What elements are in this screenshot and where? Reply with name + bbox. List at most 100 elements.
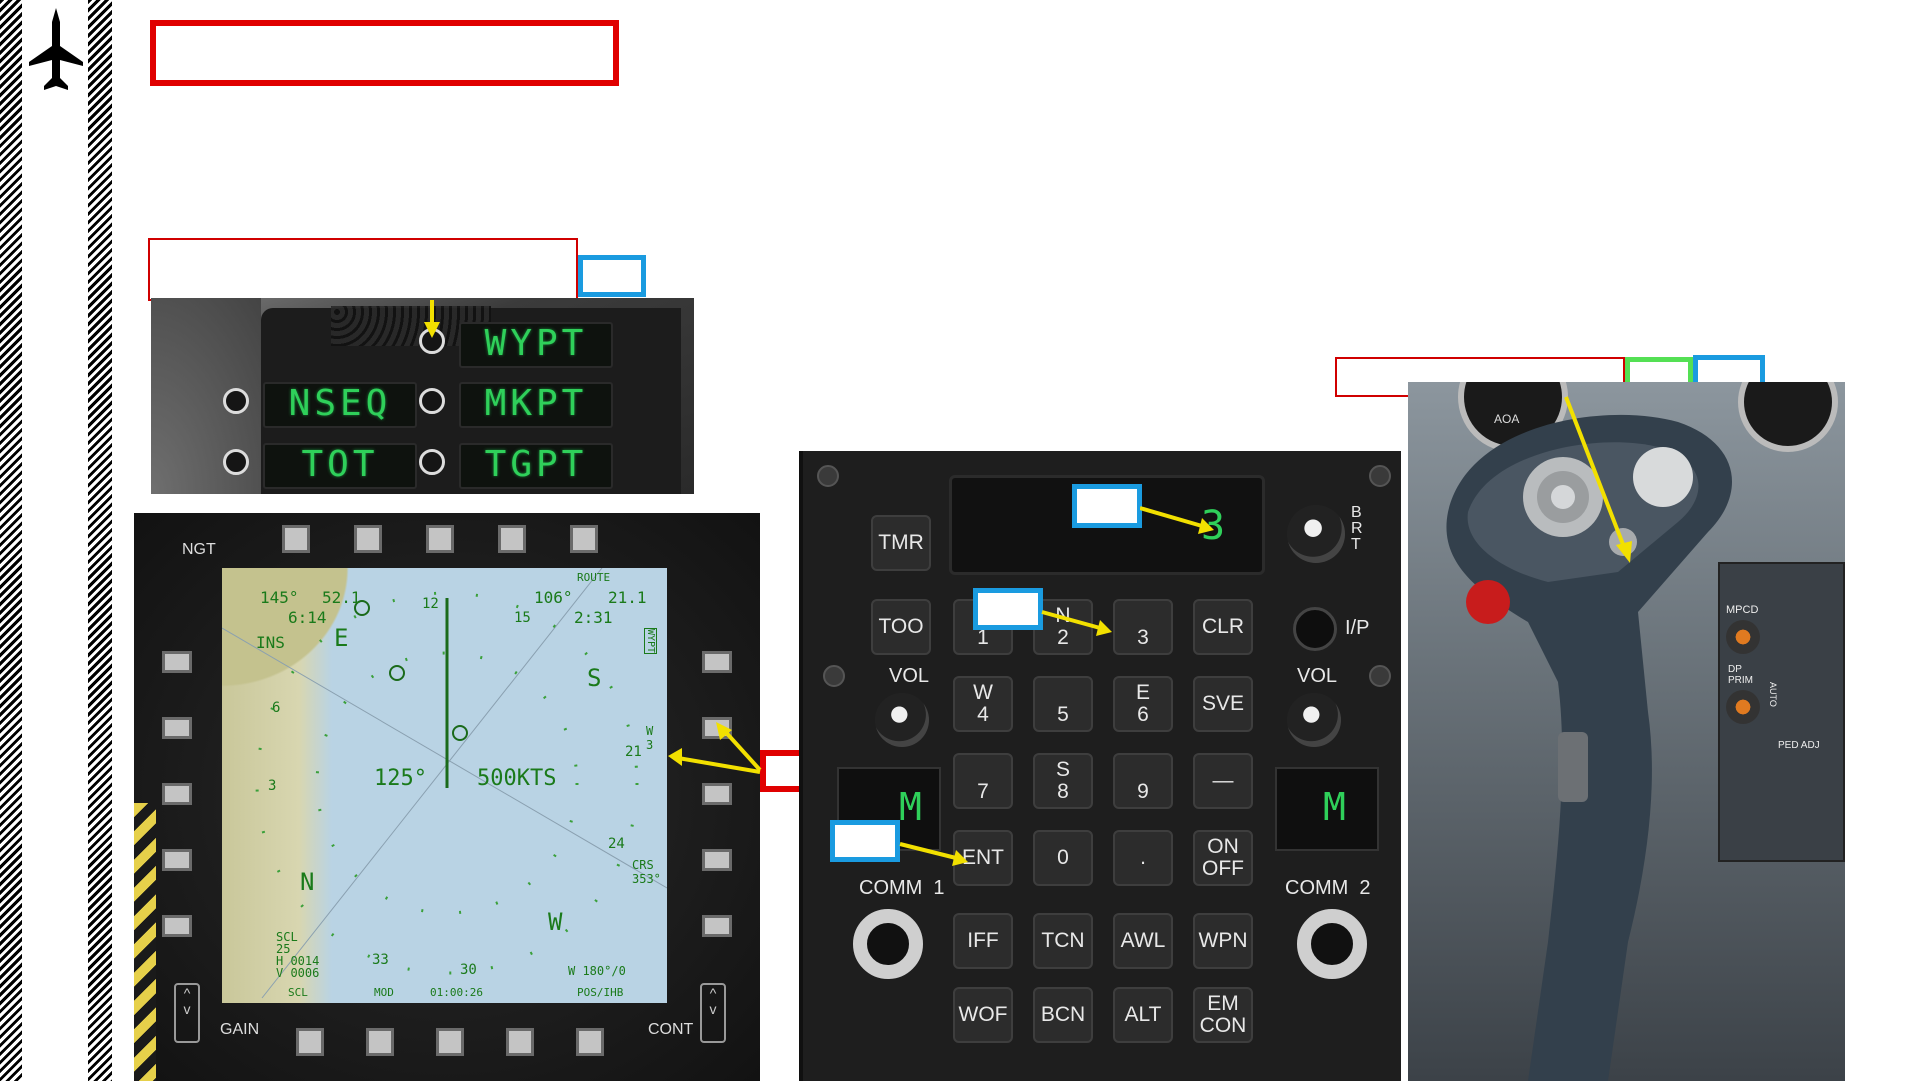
- map-time-tl: 6:14: [288, 608, 327, 627]
- vol-left-knob[interactable]: [875, 693, 929, 747]
- map-tick-15: 15: [514, 610, 531, 626]
- mfd-osb-top-3[interactable]: [426, 525, 454, 553]
- tot-label: TOT: [263, 443, 417, 489]
- wypt-label: WYPT: [459, 322, 613, 368]
- jet-aircraft-icon: [29, 8, 83, 90]
- mkpt-button[interactable]: [419, 388, 445, 414]
- mfd-cont-label: CONT: [648, 1021, 694, 1038]
- ufc-key-9[interactable]: 9: [1113, 753, 1173, 809]
- mkpt-label: MKPT: [459, 382, 613, 428]
- map-pos: POS/IHB: [577, 986, 624, 999]
- ufc-key-wof[interactable]: WOF: [953, 987, 1013, 1043]
- ufc-key-7[interactable]: 7: [953, 753, 1013, 809]
- ufc-key-bcn[interactable]: BCN: [1033, 987, 1093, 1043]
- mfd-osb-right-1[interactable]: [702, 651, 732, 673]
- waypoint-callout-tag: [578, 255, 646, 297]
- map-compass-e: E: [334, 624, 349, 652]
- nseq-button[interactable]: [223, 388, 249, 414]
- ufc-key-tmr[interactable]: TMR: [871, 515, 931, 571]
- map-v-val: V 0006: [276, 966, 320, 980]
- map-route: ROUTE: [577, 571, 611, 584]
- map-tick-21: 21: [625, 744, 642, 760]
- ufc-screw-ml: [823, 665, 845, 687]
- mfd-screen: 145° 52.1 6:14 INS ROUTE 106° 21.1 2:31 …: [222, 568, 667, 1003]
- wypt-arrow: [424, 300, 440, 338]
- map-crs: CRS: [632, 858, 654, 872]
- ufc-key-clr[interactable]: CLR: [1193, 599, 1253, 655]
- mfd-osb-left-5[interactable]: [162, 915, 192, 937]
- ufc-key-6[interactable]: E 6: [1113, 676, 1173, 732]
- waypoint-callout-box: [148, 238, 578, 301]
- mfd-ngt-label: NGT: [182, 541, 216, 558]
- map-tick-6: 6: [272, 700, 281, 716]
- ip-button[interactable]: [1293, 607, 1337, 651]
- mfd-osb-left-2[interactable]: [162, 717, 192, 739]
- comm1-knob[interactable]: [853, 909, 923, 979]
- map-time-tr: 2:31: [574, 608, 613, 627]
- ip-label: I/P: [1345, 617, 1370, 639]
- mfd-osb-bottom-2[interactable]: [366, 1028, 394, 1056]
- ent-callout: [830, 820, 900, 862]
- comm2-value: M: [1323, 785, 1346, 829]
- mfd-osb-top-2[interactable]: [354, 525, 382, 553]
- map-tick-33: 33: [372, 952, 389, 968]
- scratchpad-callout: [1072, 484, 1142, 528]
- ufc-key-awl[interactable]: AWL: [1113, 913, 1173, 969]
- map-ins: INS: [256, 633, 285, 652]
- ufc-key-3[interactable]: 3: [1113, 599, 1173, 655]
- map-tick-24: 24: [608, 836, 625, 852]
- tot-button[interactable]: [223, 449, 249, 475]
- scratchpad-arrow: [1140, 506, 1214, 534]
- mfd-osb-bottom-3[interactable]: [436, 1028, 464, 1056]
- ufc-key-5[interactable]: 5: [1033, 676, 1093, 732]
- ufc-screw-mr: [1369, 665, 1391, 687]
- mfd-osb-top-5[interactable]: [570, 525, 598, 553]
- mfd-osb-right-4[interactable]: [702, 849, 732, 871]
- ufc-key-0[interactable]: 0: [1033, 830, 1093, 886]
- ufc-key-too[interactable]: TOO: [871, 599, 931, 655]
- ufc-key-wpn[interactable]: WPN: [1193, 913, 1253, 969]
- map-speed: 500KTS: [477, 766, 557, 791]
- ufc-key-emcon[interactable]: EM CON: [1193, 987, 1253, 1043]
- mfd-gain-rocker[interactable]: ^ v: [174, 983, 200, 1043]
- ufc-key-onoff[interactable]: ON OFF: [1193, 830, 1253, 886]
- map-compass-s: S: [587, 664, 602, 692]
- vol-right-knob[interactable]: [1287, 693, 1341, 747]
- ufc-key-sve[interactable]: SVE: [1193, 676, 1253, 732]
- keypad-arrow: [1041, 610, 1112, 636]
- ufc-key-alt[interactable]: ALT: [1113, 987, 1173, 1043]
- mfd-osb-top-1[interactable]: [282, 525, 310, 553]
- comm2-knob[interactable]: [1297, 909, 1367, 979]
- map-wypt-box: WYPT: [644, 628, 657, 655]
- mfd-cont-rocker[interactable]: ^ v: [700, 983, 726, 1043]
- ufc-key-dot[interactable]: .: [1113, 830, 1173, 886]
- tgpt-button[interactable]: [419, 449, 445, 475]
- nseq-label: NSEQ: [263, 382, 417, 428]
- tgpt-label: TGPT: [459, 443, 613, 489]
- brt-knob[interactable]: [1287, 505, 1345, 563]
- ufc-key-8[interactable]: S 8: [1033, 753, 1093, 809]
- ufc-key-tcn[interactable]: TCN: [1033, 913, 1093, 969]
- ufc-key-iff[interactable]: IFF: [953, 913, 1013, 969]
- mfd-osb-bottom-1[interactable]: [296, 1028, 324, 1056]
- mfd-osb-top-4[interactable]: [498, 525, 526, 553]
- mfd-osb-left-1[interactable]: [162, 651, 192, 673]
- comm1-label: COMM 1: [859, 877, 945, 899]
- ufc-key-dash[interactable]: —: [1193, 753, 1253, 809]
- mfd-osb-left-4[interactable]: [162, 849, 192, 871]
- mfd-osb-right-5[interactable]: [702, 915, 732, 937]
- ufc-key-4[interactable]: W 4: [953, 676, 1013, 732]
- sidebar-panel: [22, 0, 88, 1081]
- vol-right-label: VOL: [1297, 665, 1338, 687]
- mfd-gain-label: GAIN: [220, 1021, 260, 1038]
- map-tick-3: 3: [268, 778, 277, 794]
- mfd-osb-bottom-5[interactable]: [576, 1028, 604, 1056]
- map-compass-n: N: [300, 868, 315, 896]
- map-dist-tr: 21.1: [608, 588, 647, 607]
- mfd-osb-bottom-4[interactable]: [506, 1028, 534, 1056]
- map-tick-30: 30: [460, 962, 477, 978]
- map-crs-val: 353°: [632, 872, 661, 886]
- ufc-screw-tl: [817, 465, 839, 487]
- title-callout-box: [150, 20, 619, 86]
- mfd-osb-left-3[interactable]: [162, 783, 192, 805]
